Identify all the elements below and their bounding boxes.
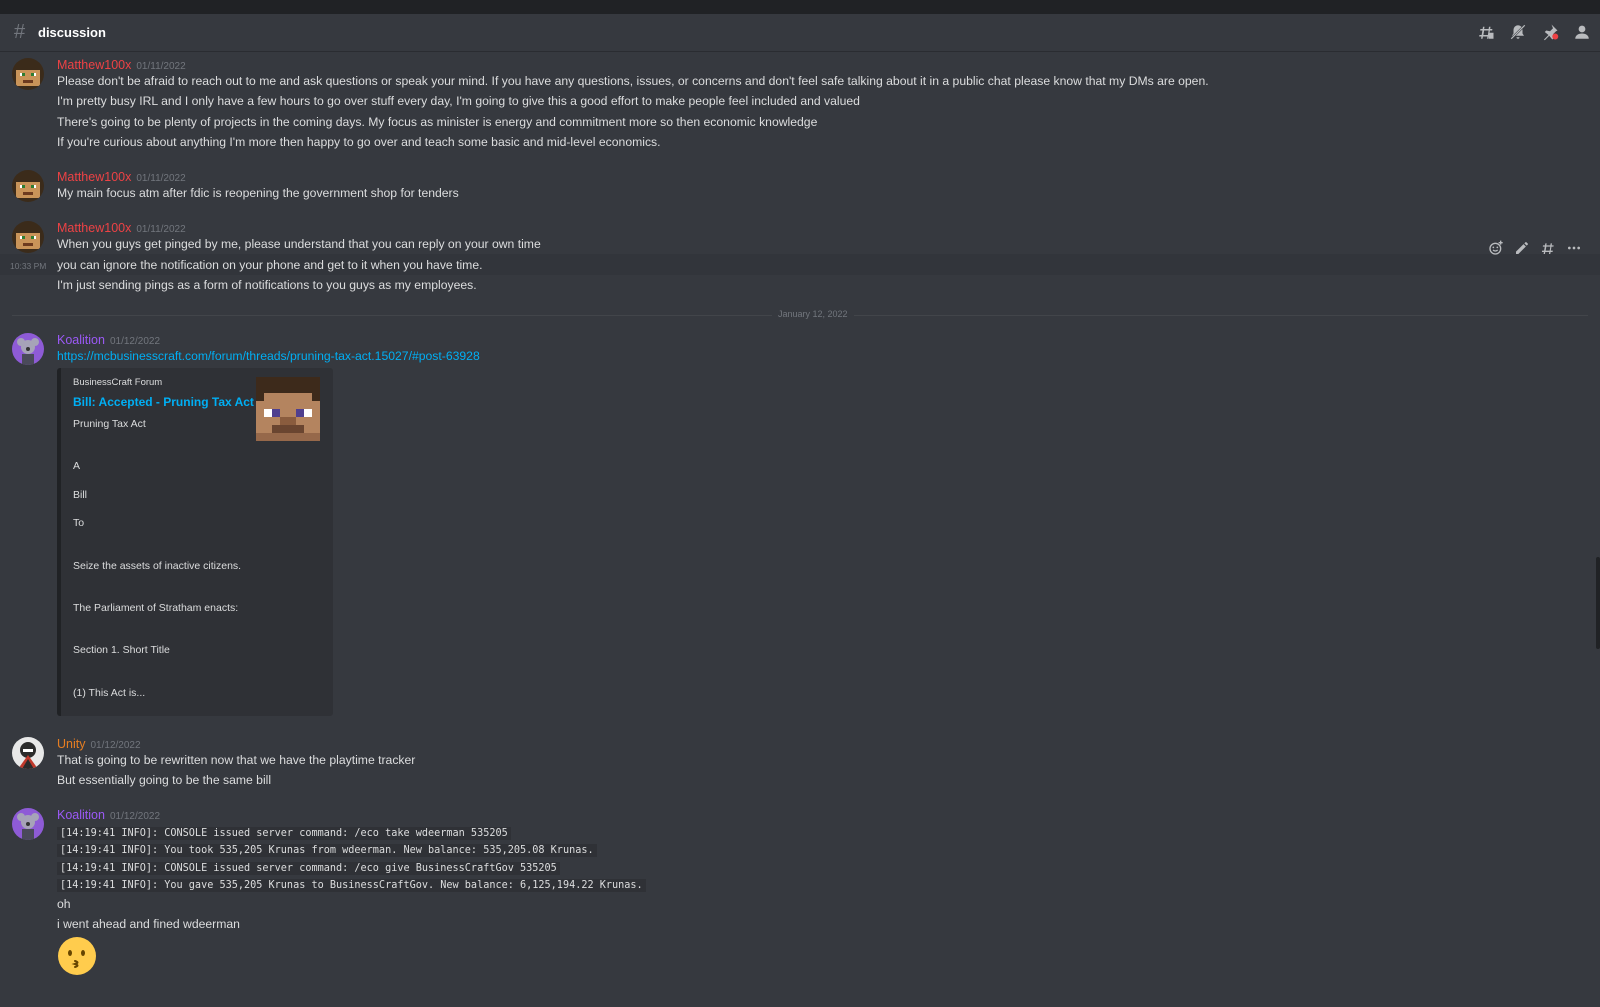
message-header: Matthew100x 01/11/2022: [57, 170, 186, 186]
message-text: I'm pretty busy IRL and I only have a fe…: [57, 94, 860, 108]
user-avatar[interactable]: [12, 737, 44, 769]
embed-description-line: Section 1. Short Title: [73, 644, 170, 656]
author-name[interactable]: Matthew100x: [57, 221, 131, 235]
user-avatar[interactable]: [12, 333, 44, 365]
message-header: Matthew100x 01/11/2022: [57, 221, 186, 237]
hover-timestamp: 10:33 PM: [10, 261, 47, 271]
author-name[interactable]: Koalition: [57, 808, 105, 822]
embed-title[interactable]: Bill: Accepted - Pruning Tax Act: [73, 395, 254, 409]
embed-thumbnail[interactable]: [256, 377, 320, 441]
message-list[interactable]: Matthew100x 01/11/2022 Please don't be af…: [0, 52, 1600, 1007]
embed-description-line: Pruning Tax Act: [73, 418, 146, 430]
message-actions: [1488, 240, 1582, 256]
inline-code: [14:19:41 INFO]: You gave 535,205 Krunas…: [57, 879, 646, 892]
edit-icon[interactable]: [1514, 240, 1530, 256]
link-embed: BusinessCraft Forum Bill: Accepted - Pru…: [57, 368, 333, 716]
channel-hash-icon: #: [14, 21, 26, 43]
channel-title: discussion: [38, 25, 106, 40]
author-name[interactable]: Matthew100x: [57, 58, 131, 72]
embed-description-line: The Parliament of Stratham enacts:: [73, 602, 239, 614]
message-text: My main focus atm after fdic is reopenin…: [57, 186, 459, 200]
message-text: There's going to be plenty of projects i…: [57, 115, 818, 129]
message-timestamp: 01/12/2022: [109, 336, 161, 347]
user-avatar[interactable]: [12, 58, 44, 90]
message-timestamp: 01/11/2022: [136, 224, 186, 235]
embed-description-line: Bill: [73, 489, 88, 501]
kissing-face-emoji[interactable]: [57, 936, 97, 976]
user-avatar[interactable]: [12, 221, 44, 253]
message-header: Koalition 01/12/2022: [57, 808, 160, 824]
member-list-icon[interactable]: [1572, 22, 1592, 42]
message-text: Please don't be afraid to reach out to m…: [57, 74, 1209, 88]
author-name[interactable]: Matthew100x: [57, 170, 131, 184]
inline-code: [14:19:41 INFO]: CONSOLE issued server c…: [57, 827, 511, 840]
user-avatar[interactable]: [12, 170, 44, 202]
code-line: [14:19:41 INFO]: You took 535,205 Krunas…: [57, 842, 597, 857]
mute-icon[interactable]: [1508, 22, 1528, 42]
code-line: [14:19:41 INFO]: CONSOLE issued server c…: [57, 825, 511, 840]
message-text: i went ahead and fined wdeerman: [57, 917, 240, 931]
message-text: That is going to be rewritten now that w…: [57, 753, 416, 767]
create-thread-icon[interactable]: [1540, 240, 1556, 256]
embed-description-line: Seize the assets of inactive citizens.: [73, 560, 242, 572]
header-toolbar: [1476, 22, 1592, 42]
forum-link[interactable]: https://mcbusinesscraft.com/forum/thread…: [57, 349, 480, 363]
code-line: [14:19:41 INFO]: CONSOLE issued server c…: [57, 860, 560, 875]
embed-description-line: (1) This Act is...: [73, 687, 146, 699]
inline-code: [14:19:41 INFO]: CONSOLE issued server c…: [57, 862, 560, 875]
message-timestamp: 01/11/2022: [136, 173, 186, 184]
message-timestamp: 01/12/2022: [109, 811, 161, 822]
message-text: But essentially going to be the same bil…: [57, 773, 272, 787]
message-timestamp: 01/12/2022: [90, 740, 141, 751]
add-reaction-icon[interactable]: [1488, 240, 1504, 256]
pin-icon[interactable]: [1540, 22, 1560, 42]
message-text: you can ignore the notification on your …: [57, 258, 483, 272]
message-text: If you're curious about anything I'm mor…: [57, 135, 661, 149]
message-header: Unity 01/12/2022: [57, 737, 141, 753]
message-timestamp: 01/11/2022: [136, 61, 186, 72]
more-icon[interactable]: [1566, 240, 1582, 256]
embed-provider[interactable]: BusinessCraft Forum: [73, 377, 162, 388]
channel-header: # discussion: [0, 14, 1600, 52]
code-line: [14:19:41 INFO]: You gave 535,205 Krunas…: [57, 877, 646, 892]
window-top-strip: [0, 0, 1600, 14]
author-name[interactable]: Unity: [57, 737, 85, 751]
message-header: Koalition 01/12/2022: [57, 333, 160, 349]
threads-icon[interactable]: [1476, 22, 1496, 42]
embed-description-line: A: [73, 460, 81, 472]
message-text: I'm just sending pings as a form of noti…: [57, 278, 477, 292]
author-name[interactable]: Koalition: [57, 333, 105, 347]
date-divider: January 12, 2022: [12, 309, 1588, 319]
message-header: Matthew100x 01/11/2022: [57, 58, 186, 74]
embed-description-line: To: [73, 517, 85, 529]
scrollbar-thumb[interactable]: [1596, 557, 1600, 649]
inline-code: [14:19:41 INFO]: You took 535,205 Krunas…: [57, 844, 597, 857]
user-avatar[interactable]: [12, 808, 44, 840]
message-text: oh: [57, 897, 71, 911]
message-text: When you guys get pinged by me, please u…: [57, 237, 541, 251]
date-divider-label: January 12, 2022: [772, 309, 854, 319]
